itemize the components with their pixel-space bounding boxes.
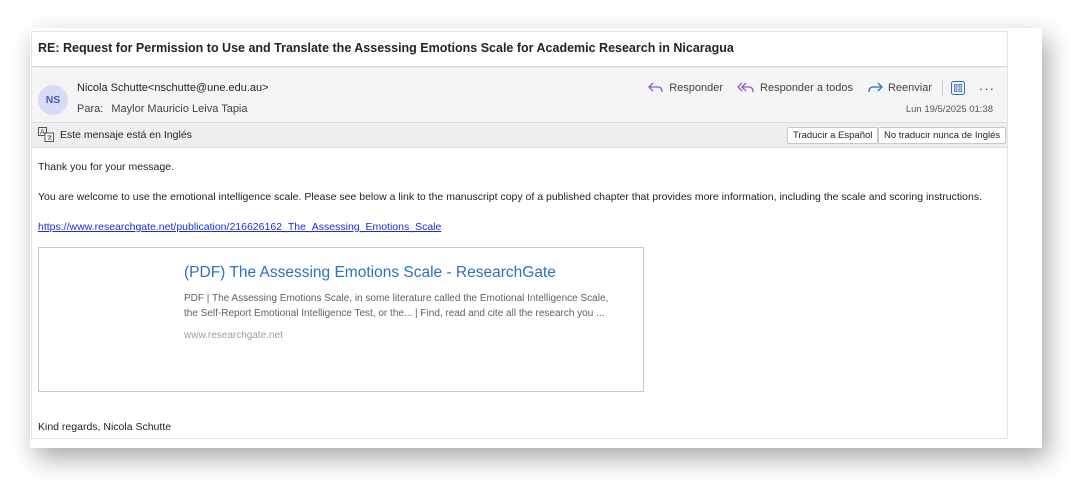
reply-all-label: Responder a todos xyxy=(760,82,853,94)
sender-name[interactable]: Nicola Schutte<nschutte@une.edu.au> xyxy=(77,82,269,94)
translation-message: Este mensaje está en Inglés xyxy=(60,129,192,141)
message-header: NS Nicola Schutte<nschutte@une.edu.au> P… xyxy=(32,70,1007,122)
email-subject: RE: Request for Permission to Use and Tr… xyxy=(38,41,734,55)
to-label: Para: xyxy=(77,103,104,115)
apps-grid-icon xyxy=(951,81,965,95)
action-divider xyxy=(942,80,943,96)
body-paragraph: You are welcome to use the emotional int… xyxy=(38,191,982,203)
recipient-name[interactable]: Maylor Mauricio Leiva Tapia xyxy=(111,103,247,115)
apps-button[interactable] xyxy=(951,81,965,95)
forward-label: Reenviar xyxy=(887,82,932,94)
body-greeting: Thank you for your message. xyxy=(38,161,174,173)
translate-button[interactable]: Traducir a Español xyxy=(787,127,879,144)
forward-icon xyxy=(868,82,883,93)
translate-icon: A xyxy=(38,127,54,142)
never-translate-button[interactable]: No traducir nunca de Inglés xyxy=(878,127,1007,144)
link-preview-card[interactable]: (PDF) The Assessing Emotions Scale - Res… xyxy=(38,247,644,392)
svg-text:A: A xyxy=(40,128,45,136)
preview-domain: www.researchgate.net xyxy=(184,330,283,341)
reply-all-icon xyxy=(737,82,754,93)
forward-button[interactable]: Reenviar xyxy=(867,82,932,94)
reply-button[interactable]: Responder xyxy=(648,82,723,94)
translation-bar: A Este mensaje está en Inglés Traducir a… xyxy=(32,122,1007,148)
reply-label: Responder xyxy=(669,82,724,94)
subject-bar: RE: Request for Permission to Use and Tr… xyxy=(32,32,1007,67)
message-actions: Responder Responder a todos Reenviar ··· xyxy=(634,80,995,96)
email-reading-pane: RE: Request for Permission to Use and Tr… xyxy=(31,31,1008,439)
more-actions-button[interactable]: ··· xyxy=(979,81,995,96)
recipient-line: Para: Maylor Mauricio Leiva Tapia xyxy=(77,103,248,115)
body-signoff: Kind regards, Nicola Schutte xyxy=(38,421,172,433)
avatar[interactable]: NS xyxy=(38,85,68,115)
reply-all-button[interactable]: Responder a todos xyxy=(737,82,853,94)
reply-icon xyxy=(648,82,663,93)
researchgate-link[interactable]: https://www.researchgate.net/publication… xyxy=(38,221,441,233)
preview-description: PDF | The Assessing Emotions Scale, in s… xyxy=(184,293,609,319)
preview-title[interactable]: (PDF) The Assessing Emotions Scale - Res… xyxy=(184,264,556,282)
message-date: Lun 19/5/2025 01:38 xyxy=(905,104,993,115)
body-link-line: https://www.researchgate.net/publication… xyxy=(38,221,441,233)
